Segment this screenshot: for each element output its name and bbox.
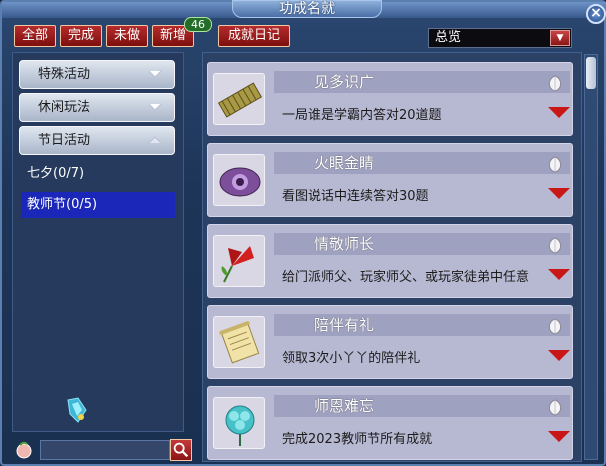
category-sidebar: 特殊活动 休闲玩法 节日活动 七夕(0/7) 教师节(0/5) <box>12 52 184 432</box>
expand-arrow-icon[interactable] <box>548 188 570 199</box>
achievement-card[interactable]: 师恩难忘 完成2023教师节所有成就 <box>207 386 573 460</box>
red-flower-icon <box>221 246 254 283</box>
search-button[interactable] <box>170 439 192 461</box>
achievement-name: 陪伴有礼 <box>314 316 375 334</box>
chevron-up-icon <box>148 136 162 144</box>
achievement-icon-frame <box>213 154 265 206</box>
peach-icon <box>16 441 32 459</box>
category-label: 特殊活动 <box>38 67 91 82</box>
filter-all-button[interactable]: 全部 <box>14 25 56 47</box>
dropdown-arrow-icon[interactable]: ▼ <box>550 30 570 46</box>
gem-icon <box>67 397 87 423</box>
dropdown-selected-value: 总览 <box>435 30 462 45</box>
expand-arrow-icon[interactable] <box>548 350 570 361</box>
achievement-diary-button[interactable]: 成就日记 <box>218 25 290 47</box>
list-scrollbar[interactable] <box>584 54 598 460</box>
scrollbar-thumb[interactable] <box>586 57 596 89</box>
achievement-card[interactable]: 火眼金睛 看图说话中连续答对30题 <box>207 143 573 217</box>
achievement-name: 火眼金睛 <box>314 154 375 172</box>
peach-icon <box>548 156 562 173</box>
chevron-down-icon <box>148 70 162 78</box>
achievement-icon-frame <box>213 73 265 125</box>
achievement-icon-frame <box>213 397 265 449</box>
category-label: 休闲玩法 <box>38 100 91 115</box>
window-title: 功成名就 <box>232 0 382 18</box>
achievement-icon-frame <box>213 235 265 287</box>
category-label: 节日活动 <box>38 133 91 148</box>
category-special-activities[interactable]: 特殊活动 <box>19 60 175 89</box>
filter-undone-button[interactable]: 未做 <box>106 25 148 47</box>
achievement-name: 师恩难忘 <box>314 397 375 415</box>
scroll-bundle-icon <box>217 82 263 118</box>
sub-item-qixi[interactable]: 七夕(0/7) <box>21 161 175 187</box>
achievement-list: 见多识广 一局谁是学霸内答对20道题 火眼金睛 看图说话中连续答对30题 情敬师… <box>202 52 582 462</box>
new-count-badge: 46 <box>184 17 212 32</box>
achievement-card[interactable]: 陪伴有礼 领取3次小丫丫的陪伴礼 <box>207 305 573 379</box>
peach-icon <box>548 75 562 92</box>
expand-arrow-icon[interactable] <box>548 269 570 280</box>
close-button[interactable]: × <box>586 4 606 24</box>
search-bar <box>14 438 192 462</box>
achievement-desc: 领取3次小丫丫的陪伴礼 <box>282 351 421 366</box>
chevron-down-icon <box>148 103 162 111</box>
purple-eye-icon <box>219 167 261 197</box>
close-icon: × <box>590 5 602 21</box>
category-leisure-play[interactable]: 休闲玩法 <box>19 93 175 122</box>
expand-arrow-icon[interactable] <box>548 431 570 442</box>
achievement-name: 见多识广 <box>314 73 375 91</box>
sub-item-teachers-day[interactable]: 教师节(0/5) <box>21 192 175 218</box>
achievement-desc: 完成2023教师节所有成就 <box>282 432 433 447</box>
peach-icon <box>548 237 562 254</box>
overview-dropdown[interactable]: 总览 ▼ <box>428 28 572 48</box>
achievement-card[interactable]: 情敬师长 给门派师父、玩家师父、或玩家徒弟中任意 <box>207 224 573 298</box>
achievement-desc: 看图说话中连续答对30题 <box>282 189 429 204</box>
peach-icon <box>548 399 562 416</box>
teal-flower-icon <box>225 405 255 446</box>
achievement-desc: 给门派师父、玩家师父、或玩家徒弟中任意 <box>282 270 530 285</box>
achievement-icon-frame <box>213 316 265 368</box>
search-icon <box>173 442 189 458</box>
category-festival-activities[interactable]: 节日活动 <box>19 126 175 155</box>
achievement-window: 功成名就 × 全部 完成 未做 新增 46 成就日记 总览 ▼ 特殊活动 休闲玩… <box>0 0 606 466</box>
achievement-desc: 一局谁是学霸内答对20道题 <box>282 108 442 123</box>
expand-arrow-icon[interactable] <box>548 107 570 118</box>
paper-scroll-icon <box>219 321 260 364</box>
search-input[interactable] <box>40 440 170 460</box>
achievement-name: 情敬师长 <box>314 235 375 253</box>
filter-completed-button[interactable]: 完成 <box>60 25 102 47</box>
achievement-card[interactable]: 见多识广 一局谁是学霸内答对20道题 <box>207 62 573 136</box>
peach-icon <box>548 318 562 335</box>
